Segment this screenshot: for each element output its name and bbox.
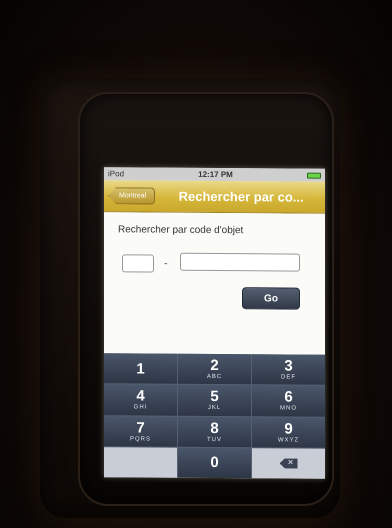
key-delete[interactable]: ✕ [252,448,325,479]
backspace-icon: ✕ [280,458,298,468]
code-separator: - [164,257,168,270]
key-6[interactable]: 6 MNO [252,385,325,417]
battery-icon [306,172,321,179]
device-screen: iPod 12:17 PM Montreal Rechercher par co… [104,167,325,479]
page-title: Rechercher par co... [178,188,304,205]
code-prefix-input[interactable] [122,254,154,273]
key-2[interactable]: 2 ABC [178,353,251,385]
key-7[interactable]: 7 PQRS [104,415,177,447]
go-button[interactable]: Go [242,287,300,310]
key-0[interactable]: 0 [178,447,251,479]
key-8[interactable]: 8 TUV [178,416,251,448]
clock: 12:17 PM [198,169,233,180]
key-4[interactable]: 4 GHI [104,384,177,416]
carrier-label: iPod [108,169,125,179]
back-button[interactable]: Montreal [108,187,155,204]
key-5[interactable]: 5 JKL [178,384,251,416]
key-3[interactable]: 3 DEF [252,354,325,386]
numeric-keypad: 1 2 ABC 3 DEF 4 GHI 5 JKL 6 MNO 7 PQRS 8… [104,353,325,479]
key-1[interactable]: 1 [104,353,177,384]
key-blank [104,446,177,478]
key-9[interactable]: 9 WXYZ [252,416,325,448]
code-number-input[interactable] [180,252,300,272]
form-heading: Rechercher par code d'objet [118,224,244,237]
navigation-bar: Montreal Rechercher par co... [104,180,325,214]
search-form: Rechercher par code d'objet - Go [104,212,325,355]
